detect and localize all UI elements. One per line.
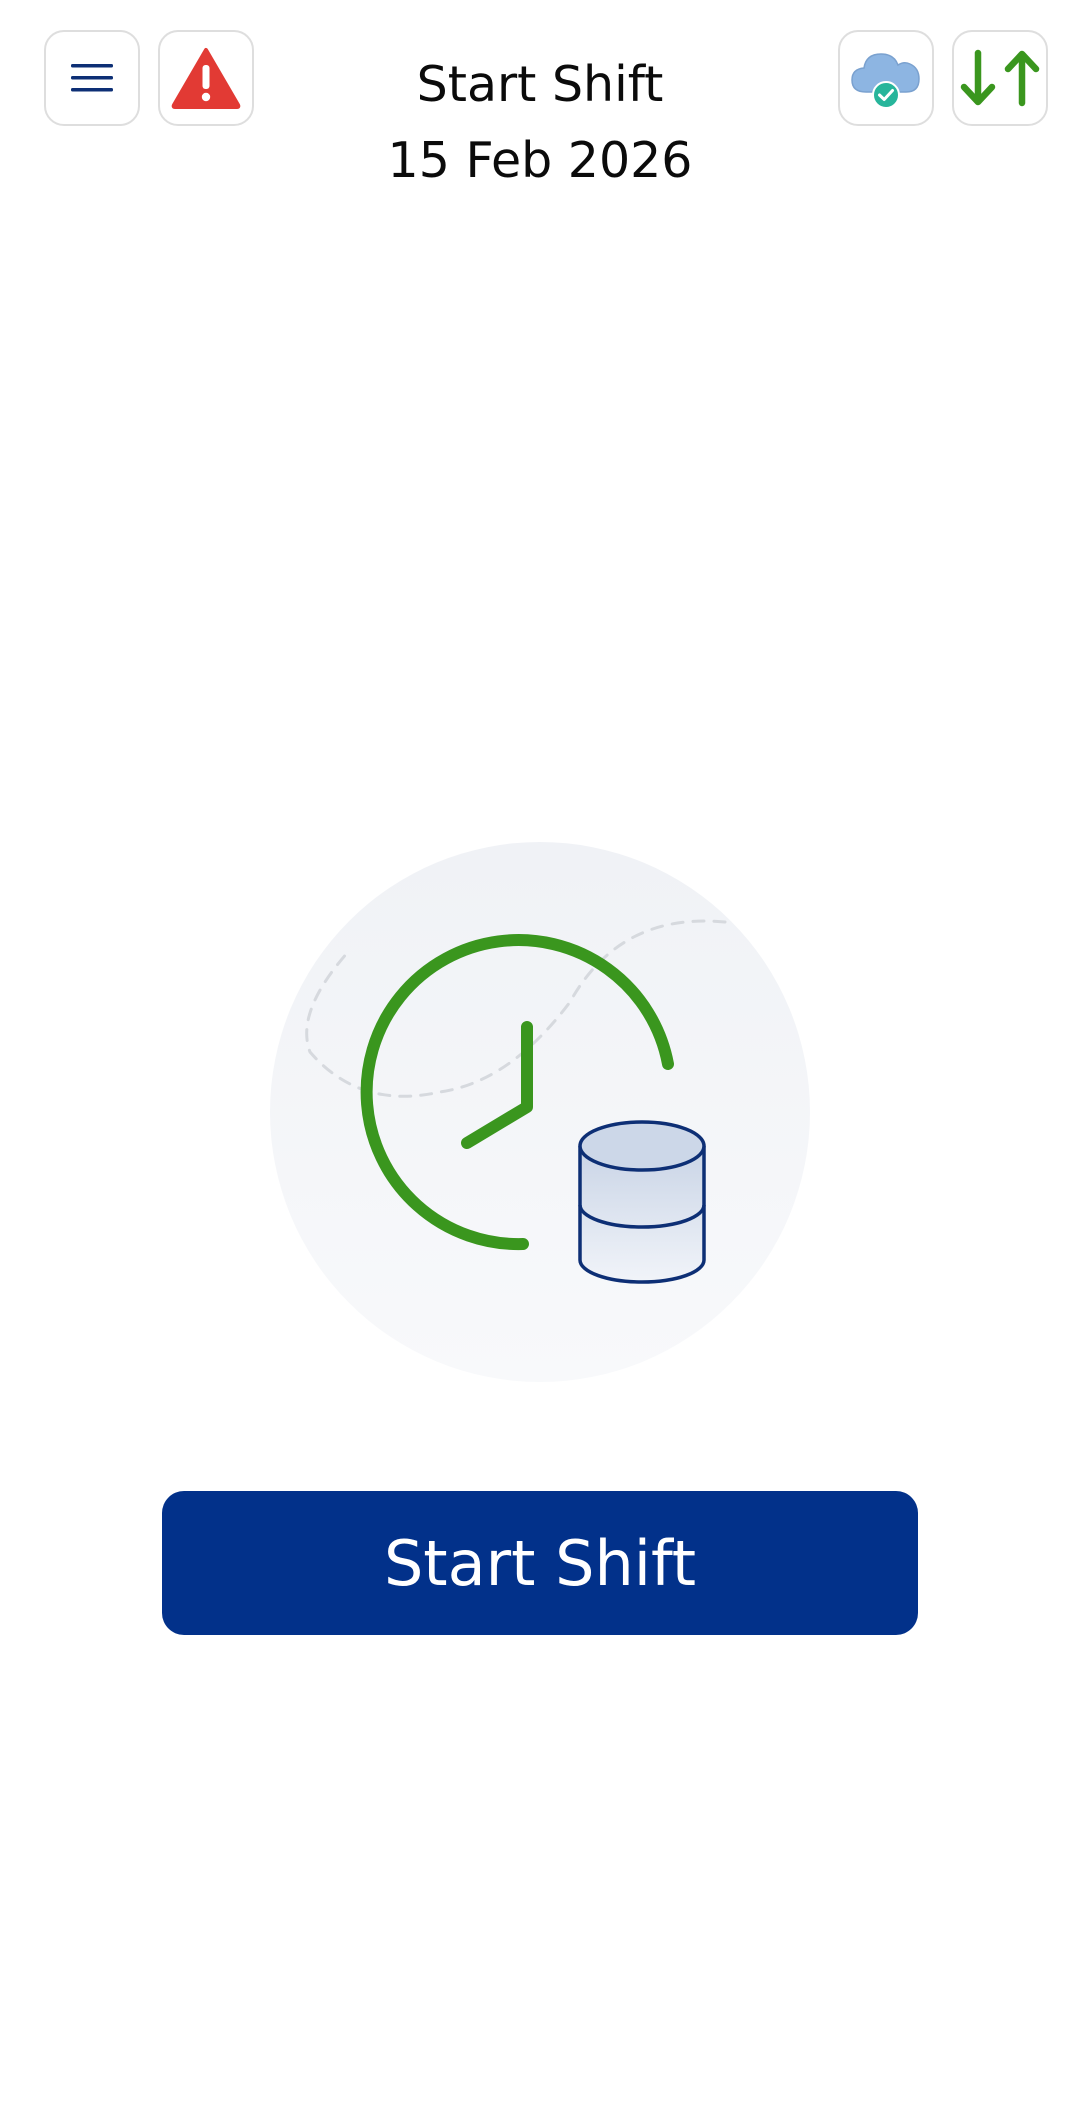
start-shift-button[interactable]: Start Shift (162, 1491, 918, 1635)
page-date: 15 Feb 2026 (387, 132, 693, 189)
clock-database-icon (270, 842, 810, 1382)
cloud-sync-status-button[interactable] (838, 30, 934, 126)
cloud-synced-check-icon (851, 53, 920, 109)
clock-database-illustration (270, 842, 810, 1382)
sync-button[interactable] (952, 30, 1048, 126)
download-upload-arrows-icon (960, 49, 1040, 107)
